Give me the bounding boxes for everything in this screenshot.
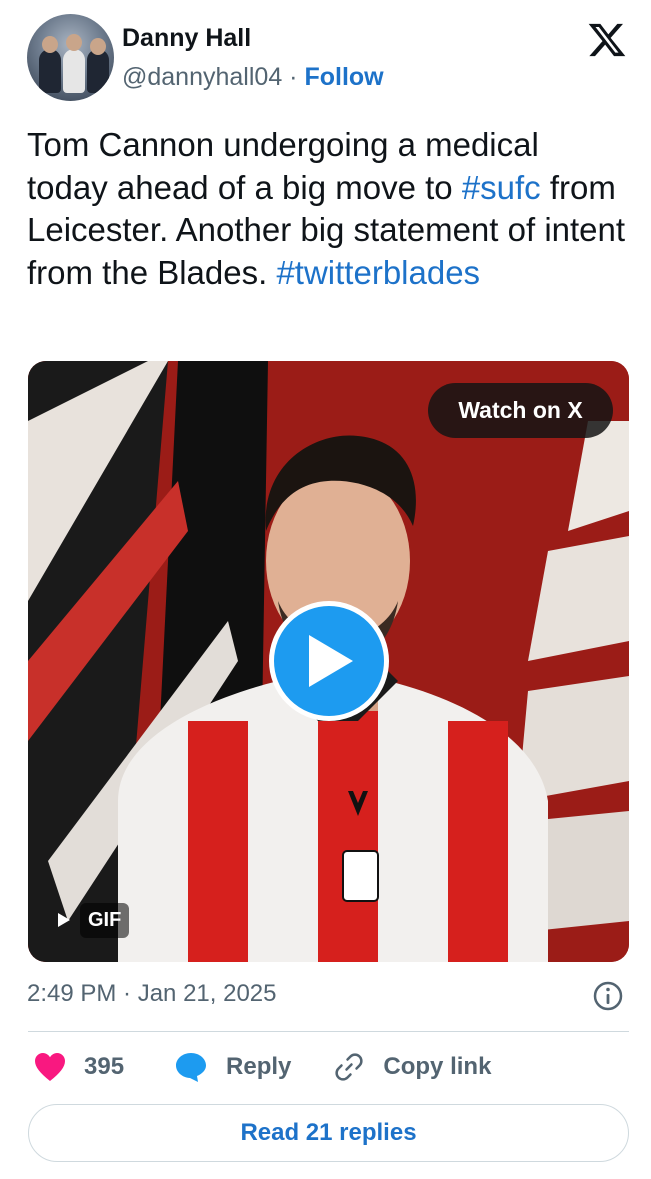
play-button[interactable] xyxy=(269,601,389,721)
author-name[interactable]: Danny Hall xyxy=(122,24,251,53)
like-count: 395 xyxy=(84,1053,125,1080)
copy-link-label: Copy link xyxy=(383,1053,492,1080)
handle-separator: · xyxy=(289,63,298,91)
tweet-timestamp[interactable]: 2:49 PM · Jan 21, 2025 xyxy=(27,980,277,1008)
gif-badge: GIF xyxy=(56,901,130,939)
avatar[interactable] xyxy=(27,14,114,101)
reply-button[interactable]: Reply xyxy=(174,1051,291,1083)
hashtag-link[interactable]: #sufc xyxy=(462,169,541,206)
read-replies-button[interactable]: Read 21 replies xyxy=(28,1104,629,1162)
hashtag-link[interactable]: #twitterblades xyxy=(276,254,480,291)
author-handle-row: @dannyhall04 · Follow xyxy=(122,63,384,92)
copy-link-button[interactable]: Copy link xyxy=(333,1051,491,1083)
reply-bubble-icon xyxy=(176,1053,207,1082)
action-bar: 395 Reply Copy link xyxy=(34,1046,491,1088)
tweet-text: Tom Cannon undergoing a medical today ah… xyxy=(27,124,627,294)
like-button[interactable]: 395 xyxy=(34,1052,124,1082)
play-small-icon xyxy=(58,913,70,927)
tweet-header: Danny Hall @dannyhall04 · Follow xyxy=(27,14,631,104)
x-logo-icon[interactable] xyxy=(587,20,627,60)
follow-button[interactable]: Follow xyxy=(304,63,383,91)
divider xyxy=(28,1031,629,1032)
watch-on-x-button[interactable]: Watch on X xyxy=(428,383,613,438)
reply-label: Reply xyxy=(226,1053,292,1080)
gif-label: GIF xyxy=(80,902,130,938)
info-icon[interactable] xyxy=(592,980,624,1012)
link-icon xyxy=(335,1053,364,1081)
heart-icon xyxy=(35,1053,65,1081)
author-handle[interactable]: @dannyhall04 xyxy=(122,63,282,91)
media-video[interactable]: Watch on X GIF xyxy=(28,361,629,962)
play-icon xyxy=(309,635,353,687)
